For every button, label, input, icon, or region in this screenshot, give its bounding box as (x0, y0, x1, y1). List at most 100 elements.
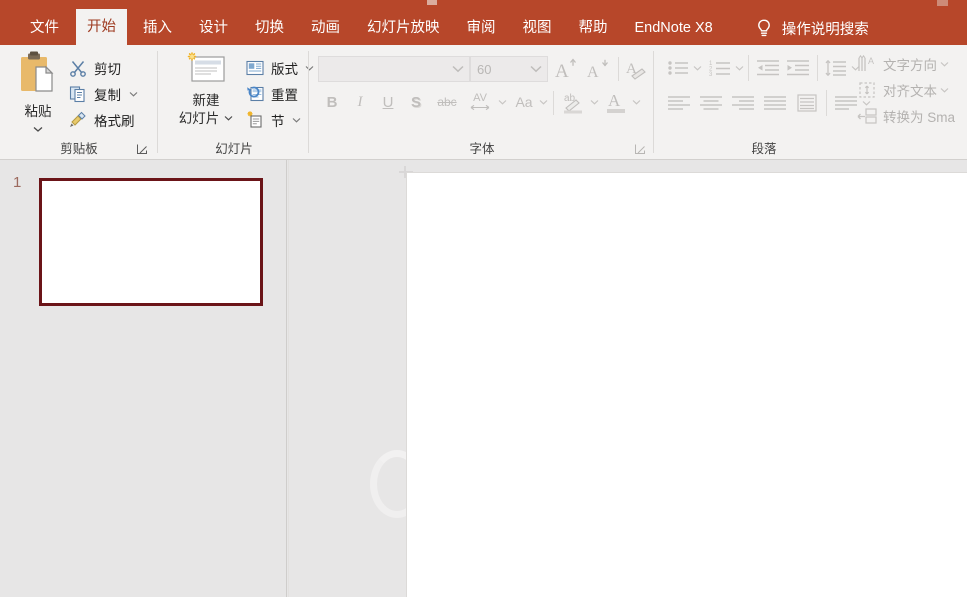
format-painter-button[interactable]: 格式刷 (68, 107, 135, 132)
section-icon (245, 110, 265, 130)
text-direction-chevron-down-icon[interactable] (940, 61, 949, 67)
tab-review[interactable]: 审阅 (456, 11, 507, 45)
italic-button[interactable]: I (348, 89, 372, 115)
text-direction-icon: A (857, 54, 877, 74)
layout-label: 版式 (271, 58, 298, 78)
shrink-font-button[interactable]: A (584, 55, 612, 83)
character-spacing-button[interactable]: AV (464, 89, 496, 115)
clear-formatting-button[interactable]: A (622, 55, 650, 83)
tab-transitions-label: 切换 (255, 11, 284, 45)
paste-icon (17, 51, 59, 97)
text-direction-button[interactable]: A 文字方向 (857, 51, 949, 76)
numbering-button[interactable]: 1 2 3 (707, 55, 733, 81)
align-left-button[interactable] (665, 90, 693, 116)
character-spacing-label: AV (473, 93, 487, 104)
underline-button[interactable]: U (376, 89, 400, 115)
new-slide-chevron-down-icon[interactable] (224, 115, 233, 121)
numbering-chevron-down-icon[interactable] (734, 59, 744, 77)
copy-label: 复制 (94, 84, 121, 104)
format-painter-icon (68, 110, 88, 130)
copy-button[interactable]: 复制 (68, 81, 138, 106)
font-dialog-launcher[interactable] (634, 143, 646, 155)
paste-button[interactable]: 粘贴 (10, 51, 66, 147)
tab-transitions[interactable]: 切换 (244, 11, 295, 45)
change-case-button[interactable]: Aa (510, 89, 538, 115)
align-text-button[interactable]: 对齐文本 (857, 77, 949, 102)
layout-button[interactable]: 版式 (245, 55, 314, 80)
new-slide-label-line2: 幻灯片 (179, 111, 220, 127)
ribbon-group-clipboard: 粘贴 剪切 (0, 45, 158, 159)
convert-smartart-label: 转换为 Sma (883, 106, 955, 126)
tab-animations[interactable]: 动画 (300, 11, 351, 45)
strikethrough-button[interactable]: abc (432, 89, 462, 115)
justify-button[interactable] (761, 90, 789, 116)
slide-editing-canvas[interactable] (406, 172, 967, 597)
font-size-value: 60 (471, 62, 525, 77)
font-color-chevron-down-icon[interactable] (631, 93, 641, 111)
section-chevron-down-icon[interactable] (292, 117, 301, 123)
clipboard-dialog-launcher[interactable] (136, 143, 148, 155)
ribbon: 粘贴 剪切 (0, 45, 967, 160)
bold-button[interactable]: B (320, 89, 344, 115)
character-spacing-chevron-down-icon[interactable] (497, 93, 507, 111)
section-button[interactable]: 节 (245, 107, 301, 132)
text-shadow-label: S (411, 94, 421, 111)
tab-view[interactable]: 视图 (512, 11, 563, 45)
tab-design[interactable]: 设计 (188, 11, 239, 45)
underline-label: U (383, 94, 394, 111)
font-size-combo[interactable]: 60 (470, 56, 548, 82)
tab-slideshow[interactable]: 幻灯片放映 (356, 11, 451, 45)
reset-button[interactable]: 重置 (245, 81, 298, 106)
convert-smartart-button[interactable]: 转换为 Sma (857, 103, 955, 128)
svg-text:A: A (555, 61, 569, 82)
paste-chevron-down-icon[interactable] (33, 126, 43, 132)
distribute-button[interactable] (793, 90, 821, 116)
change-case-chevron-down-icon[interactable] (538, 93, 548, 111)
text-shadow-button[interactable]: S (404, 89, 428, 115)
cut-label: 剪切 (94, 58, 121, 78)
tab-insert[interactable]: 插入 (132, 11, 183, 45)
align-center-button[interactable] (697, 90, 725, 116)
align-text-icon (857, 80, 877, 100)
ribbon-tab-bar: 文件 开始 插入 设计 切换 动画 幻灯片放映 审阅 视图 帮助 EndNote… (0, 0, 967, 45)
copy-chevron-down-icon[interactable] (129, 91, 138, 97)
copy-icon (68, 84, 88, 104)
bullets-chevron-down-icon[interactable] (692, 59, 702, 77)
ribbon-group-paragraph: 1 2 3 (655, 45, 967, 159)
align-text-chevron-down-icon[interactable] (940, 87, 949, 93)
font-color-button[interactable]: A (602, 88, 630, 116)
new-slide-icon (182, 51, 230, 91)
slide-thumbnail-pane[interactable]: 1 (0, 160, 287, 597)
ribbon-tabs: 文件 开始 插入 设计 切换 动画 幻灯片放映 审阅 视图 帮助 EndNote… (0, 0, 869, 45)
font-name-chevron-down-icon[interactable] (447, 65, 469, 73)
group-title-paragraph: 段落 (655, 138, 873, 157)
reset-icon (245, 84, 265, 104)
align-right-button[interactable] (729, 90, 757, 116)
window-artifact-mark-right (937, 0, 948, 6)
group-separator-font (653, 51, 654, 153)
text-direction-label: 文字方向 (883, 54, 937, 74)
cut-button[interactable]: 剪切 (68, 55, 121, 80)
grow-font-button[interactable]: A (552, 55, 580, 83)
tab-endnote-x8[interactable]: EndNote X8 (624, 11, 724, 45)
line-spacing-button[interactable] (823, 55, 849, 81)
window-artifact-mark (427, 0, 437, 5)
group-title-slides: 幻灯片 (159, 138, 309, 157)
bullets-button[interactable] (665, 55, 691, 81)
slide-thumbnail-1[interactable] (39, 178, 263, 306)
text-highlight-chevron-down-icon[interactable] (589, 93, 599, 111)
tab-help[interactable]: 帮助 (568, 11, 619, 45)
decrease-indent-button[interactable] (754, 55, 782, 81)
italic-label: I (358, 94, 363, 111)
tab-home[interactable]: 开始 (76, 9, 127, 45)
tell-me-box[interactable]: 操作说明搜索 (755, 11, 869, 45)
font-name-combo[interactable] (318, 56, 470, 82)
tell-me-label: 操作说明搜索 (782, 18, 869, 39)
tab-insert-label: 插入 (143, 11, 172, 45)
new-slide-button[interactable]: 新建 幻灯片 (169, 51, 243, 147)
svg-text:3: 3 (709, 72, 713, 78)
tab-file[interactable]: 文件 (18, 11, 71, 45)
font-size-chevron-down-icon[interactable] (525, 65, 547, 73)
text-highlight-button[interactable]: ab (560, 88, 588, 116)
increase-indent-button[interactable] (784, 55, 812, 81)
